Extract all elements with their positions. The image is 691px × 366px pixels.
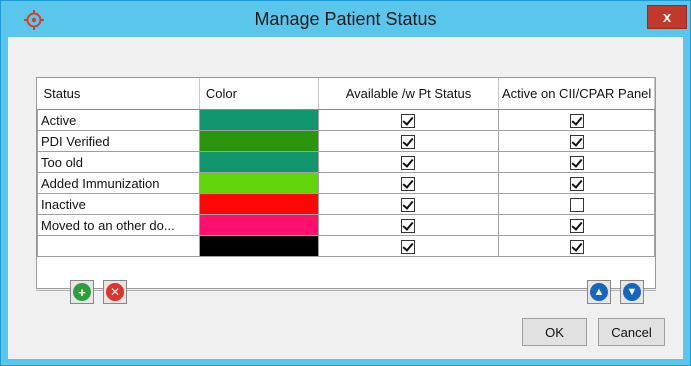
available-checkbox[interactable] xyxy=(401,134,416,149)
available-checkbox[interactable] xyxy=(401,176,416,191)
available-checkbox[interactable] xyxy=(401,155,416,170)
active-panel-checkbox[interactable] xyxy=(569,176,584,191)
status-grid: Status Color Available /w Pt Status Acti… xyxy=(36,77,656,289)
ok-button[interactable]: OK xyxy=(522,318,587,346)
active-panel-cell xyxy=(498,172,655,194)
available-checkbox[interactable] xyxy=(401,113,416,128)
column-header-available[interactable]: Available /w Pt Status xyxy=(318,78,500,110)
color-swatch-cell[interactable] xyxy=(198,109,319,131)
grid-bottom-divider xyxy=(36,290,656,291)
status-name-cell[interactable]: Moved to an other do... xyxy=(37,214,200,236)
active-panel-checkbox[interactable] xyxy=(569,113,584,128)
plus-icon: + xyxy=(73,283,91,301)
active-panel-cell xyxy=(498,214,655,236)
active-panel-checkbox[interactable] xyxy=(569,218,584,233)
table-row[interactable]: Moved to an other do... xyxy=(37,214,655,236)
table-row[interactable]: Too old xyxy=(37,151,655,173)
arrow-down-icon: ▼ xyxy=(623,283,641,301)
remove-status-button[interactable]: ✕ xyxy=(103,280,127,304)
table-header-row: Status Color Available /w Pt Status Acti… xyxy=(37,78,655,110)
status-name-cell[interactable] xyxy=(37,235,200,257)
arrow-up-icon: ▲ xyxy=(590,283,608,301)
dialog-body: Status Color Available /w Pt Status Acti… xyxy=(8,37,683,359)
cancel-button[interactable]: Cancel xyxy=(598,318,665,346)
status-name-cell[interactable]: Too old xyxy=(37,151,200,173)
active-panel-checkbox[interactable] xyxy=(569,134,584,149)
color-swatch-cell[interactable] xyxy=(198,193,319,215)
active-panel-cell xyxy=(498,109,655,131)
active-panel-cell xyxy=(498,235,655,257)
color-swatch-cell[interactable] xyxy=(198,151,319,173)
status-table: Status Color Available /w Pt Status Acti… xyxy=(37,78,655,257)
available-cell xyxy=(317,130,500,152)
available-cell xyxy=(317,151,500,173)
active-panel-cell xyxy=(498,151,655,173)
table-row[interactable]: PDI Verified xyxy=(37,130,655,152)
status-name-cell[interactable]: Inactive xyxy=(37,193,200,215)
status-name-cell[interactable]: Added Immunization xyxy=(37,172,200,194)
table-body: Active PDI Verified Too old Added Immunizat… xyxy=(37,109,655,257)
status-name-cell[interactable]: PDI Verified xyxy=(37,130,200,152)
table-row[interactable]: Inactive xyxy=(37,193,655,215)
available-cell xyxy=(317,109,500,131)
column-header-status[interactable]: Status xyxy=(37,78,200,110)
active-panel-checkbox[interactable] xyxy=(569,197,584,212)
table-row[interactable] xyxy=(37,235,655,257)
close-button[interactable]: x xyxy=(647,5,687,29)
move-up-button[interactable]: ▲ xyxy=(587,280,611,304)
column-header-active-panel[interactable]: Active on CII/CPAR Panel xyxy=(498,78,655,110)
close-icon: x xyxy=(662,8,672,26)
dialog-window: Manage Patient Status x Status Color Ava… xyxy=(0,0,691,366)
column-header-color[interactable]: Color xyxy=(199,78,319,110)
available-checkbox[interactable] xyxy=(401,218,416,233)
window-title: Manage Patient Status xyxy=(254,9,437,29)
available-checkbox[interactable] xyxy=(401,239,416,254)
status-name-cell[interactable]: Active xyxy=(37,109,200,131)
color-swatch-cell[interactable] xyxy=(198,235,319,257)
active-panel-cell xyxy=(498,193,655,215)
available-cell xyxy=(317,193,500,215)
add-status-button[interactable]: + xyxy=(70,280,94,304)
available-cell xyxy=(317,214,500,236)
available-checkbox[interactable] xyxy=(401,197,416,212)
active-panel-cell xyxy=(498,130,655,152)
available-cell xyxy=(317,172,500,194)
table-row[interactable]: Active xyxy=(37,109,655,131)
active-panel-checkbox[interactable] xyxy=(569,155,584,170)
color-swatch-cell[interactable] xyxy=(198,214,319,236)
x-icon: ✕ xyxy=(106,283,124,301)
color-swatch-cell[interactable] xyxy=(198,130,319,152)
move-down-button[interactable]: ▼ xyxy=(620,280,644,304)
title-bar[interactable]: Manage Patient Status x xyxy=(1,1,690,37)
color-swatch-cell[interactable] xyxy=(198,172,319,194)
active-panel-checkbox[interactable] xyxy=(569,239,584,254)
available-cell xyxy=(317,235,500,257)
table-row[interactable]: Added Immunization xyxy=(37,172,655,194)
